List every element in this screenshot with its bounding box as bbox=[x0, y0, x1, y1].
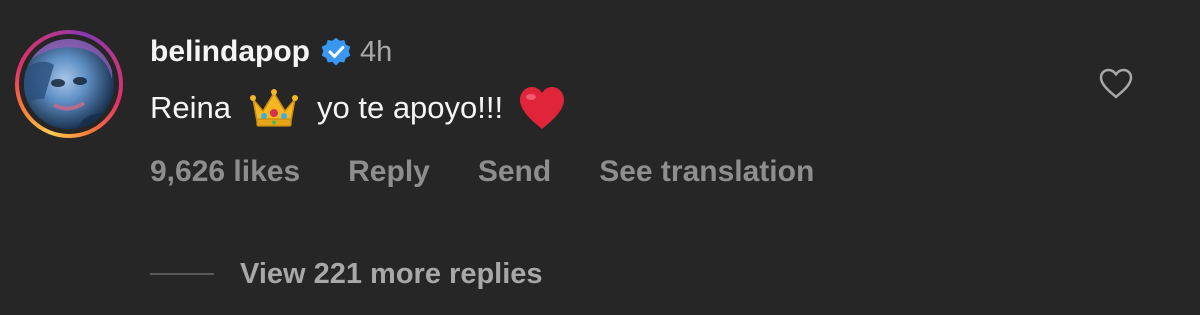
comment-text: Reina yo te apoyo!!! bbox=[150, 82, 567, 134]
comment-text-part-1: Reina bbox=[150, 90, 231, 125]
verified-badge-icon bbox=[321, 37, 351, 66]
comment-text-part-2: yo te apoyo!!! bbox=[317, 90, 504, 125]
comment: belindapop 4h Reina yo te apoyo!!! 9,626… bbox=[0, 0, 1200, 315]
send-button[interactable]: Send bbox=[478, 155, 551, 189]
avatar[interactable] bbox=[15, 30, 123, 138]
red-heart-emoji-icon bbox=[520, 87, 565, 129]
likes-count[interactable]: 9,626 likes bbox=[150, 155, 300, 189]
comment-header: belindapop 4h bbox=[150, 30, 392, 74]
view-replies[interactable]: View 221 more replies bbox=[150, 252, 543, 296]
comment-time: 4h bbox=[360, 35, 393, 68]
avatar-gap bbox=[19, 34, 119, 134]
see-translation-button[interactable]: See translation bbox=[599, 155, 814, 189]
avatar-portrait-icon bbox=[24, 39, 114, 129]
comment-actions: 9,626 likes Reply Send See translation bbox=[150, 152, 862, 192]
crown-emoji-icon bbox=[250, 89, 298, 127]
view-more-replies-button[interactable]: View 221 more replies bbox=[240, 258, 543, 291]
username[interactable]: belindapop bbox=[150, 35, 310, 69]
replies-divider-line bbox=[150, 273, 214, 275]
heart-outline-icon[interactable] bbox=[1098, 66, 1134, 102]
avatar-image bbox=[24, 39, 114, 129]
reply-button[interactable]: Reply bbox=[348, 155, 430, 189]
